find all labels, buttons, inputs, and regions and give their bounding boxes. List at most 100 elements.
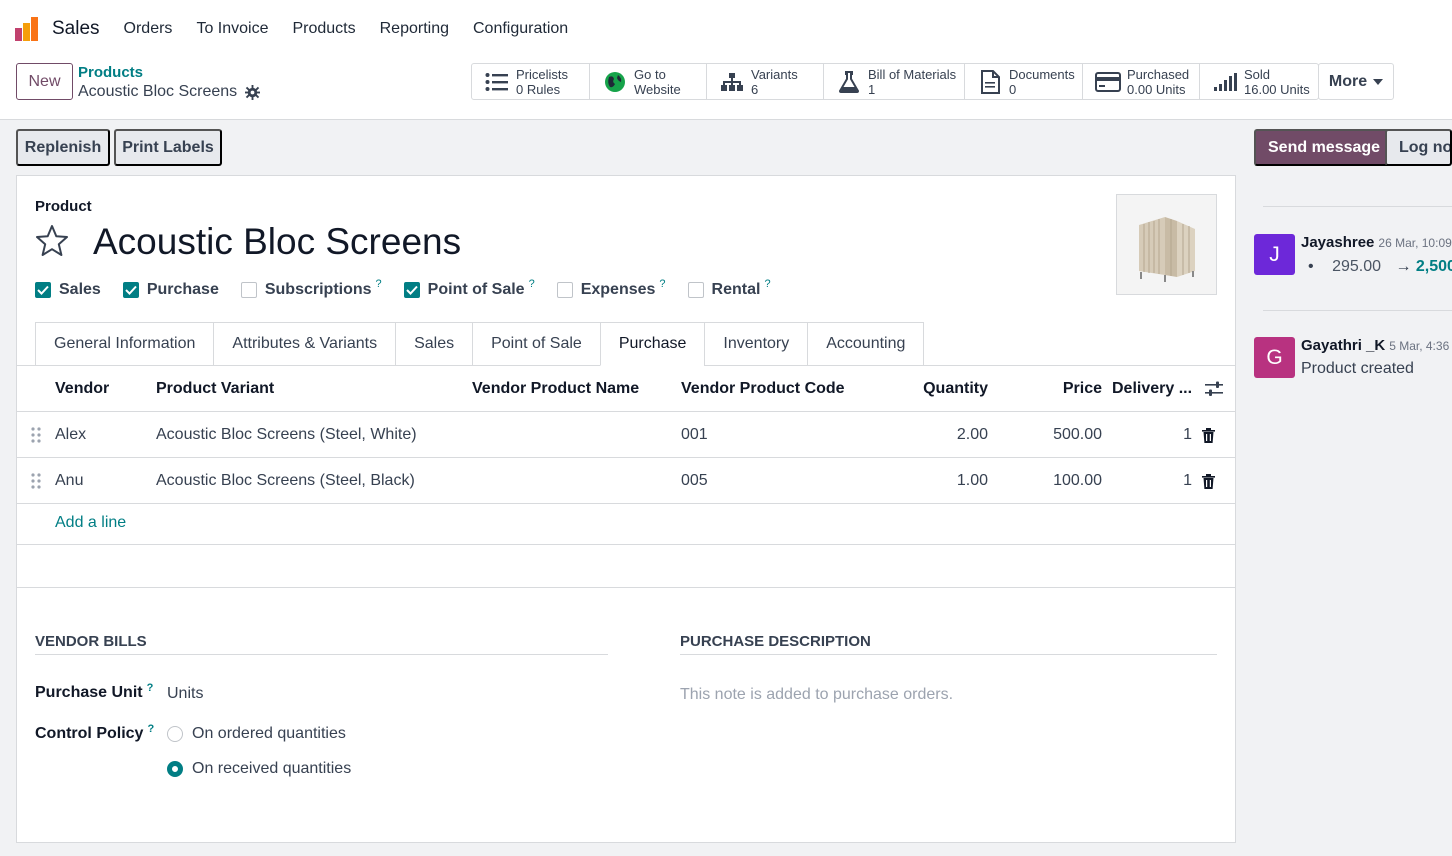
option-point-of-sale[interactable]: Point of Sale ? (403, 278, 535, 299)
purchase-description-title: PURCHASE DESCRIPTION (680, 633, 871, 650)
help-icon[interactable]: ? (147, 723, 154, 735)
tab-accounting[interactable]: Accounting (807, 322, 925, 366)
tab-point-of-sale[interactable]: Point of Sale (472, 322, 600, 366)
radio-ordered-indicator[interactable] (167, 726, 183, 742)
product-image[interactable] (1116, 194, 1217, 295)
help-icon[interactable]: ? (659, 278, 665, 290)
tab-sales[interactable]: Sales (395, 322, 473, 366)
cell-code[interactable]: 005 (681, 458, 708, 504)
bom-count: 1 (868, 81, 876, 97)
tab-attributes-variants[interactable]: Attributes & Variants (213, 322, 396, 366)
trash-icon[interactable] (1202, 458, 1215, 504)
app-name[interactable]: Sales (52, 18, 100, 40)
radio-ordered-quantities[interactable]: On ordered quantities (167, 725, 346, 743)
drag-handle-icon[interactable] (31, 458, 43, 504)
checkbox-subscriptions[interactable] (240, 282, 257, 298)
optional-columns-icon[interactable] (1205, 366, 1223, 412)
column-quantity[interactable]: Quantity (887, 366, 988, 412)
more-button[interactable]: More (1318, 63, 1394, 100)
option-expenses[interactable]: Expenses ? (556, 278, 666, 299)
tab-purchase[interactable]: Purchase (599, 322, 705, 366)
option-rental[interactable]: Rental ? (687, 278, 771, 299)
message-author[interactable]: Gayathri _K5 Mar, 4:36 p (1301, 337, 1452, 354)
help-icon[interactable]: ? (529, 278, 535, 290)
checkbox-purchase[interactable] (122, 282, 139, 298)
print-labels-button[interactable]: Print Labels (114, 129, 222, 166)
table-row[interactable]: Alex Acoustic Bloc Screens (Steel, White… (17, 412, 1235, 458)
sales-app-icon[interactable] (14, 16, 40, 42)
option-purchase[interactable]: Purchase (122, 281, 219, 299)
cell-price[interactable]: 100.00 (1002, 458, 1102, 504)
trash-icon[interactable] (1202, 412, 1215, 458)
star-icon[interactable] (35, 224, 69, 258)
cell-price[interactable]: 500.00 (1002, 412, 1102, 458)
gear-icon[interactable] (245, 84, 261, 100)
cell-variant[interactable]: Acoustic Bloc Screens (Steel, White) (156, 412, 417, 458)
product-name[interactable]: Acoustic Bloc Screens (93, 221, 461, 263)
vendor-bills-title: VENDOR BILLS (35, 633, 147, 650)
avatar[interactable]: J (1254, 234, 1295, 275)
breadcrumb-products[interactable]: Products (78, 64, 143, 81)
checkbox-expenses[interactable] (556, 282, 573, 298)
menu-configuration[interactable]: Configuration (473, 20, 568, 38)
option-purchase-label: Purchase (146, 281, 219, 298)
cell-code[interactable]: 001 (681, 412, 708, 458)
column-price[interactable]: Price (1002, 366, 1102, 412)
chatter-divider (1263, 206, 1452, 207)
documents-button[interactable]: Documents 0 (965, 64, 1083, 99)
go-to-website-button[interactable]: Go to Website (590, 64, 707, 99)
new-button[interactable]: New (16, 63, 73, 100)
menu-reporting[interactable]: Reporting (380, 20, 449, 38)
message-date: 26 Mar, 10:09 a (1378, 236, 1452, 250)
tab-general-information[interactable]: General Information (35, 322, 214, 366)
option-sales[interactable]: Sales (35, 281, 101, 299)
purchased-button[interactable]: Purchased 0.00 Units (1083, 64, 1200, 99)
log-note-button[interactable]: Log not (1385, 129, 1452, 166)
cell-quantity[interactable]: 1.00 (887, 458, 988, 504)
cell-vendor[interactable]: Anu (55, 458, 83, 504)
go-to-label: Go to (634, 66, 666, 82)
help-icon[interactable]: ? (376, 278, 382, 290)
column-vendor-product-name[interactable]: Vendor Product Name (472, 366, 639, 412)
column-product-variant[interactable]: Product Variant (156, 366, 274, 412)
pricelists-button[interactable]: Pricelists 0 Rules (472, 64, 590, 99)
help-icon[interactable]: ? (147, 682, 154, 694)
option-subscriptions[interactable]: Subscriptions ? (240, 278, 382, 299)
bullet: • (1308, 258, 1314, 275)
purchase-description-input[interactable]: This note is added to purchase orders. (680, 686, 953, 704)
menu-to-invoice[interactable]: To Invoice (196, 20, 268, 38)
add-a-line-link[interactable]: Add a line (55, 514, 126, 532)
column-vendor-product-code[interactable]: Vendor Product Code (681, 366, 845, 412)
cell-delivery[interactable]: 1 (1112, 458, 1192, 504)
menu-products[interactable]: Products (292, 20, 355, 38)
bill-of-materials-button[interactable]: Bill of Materials 1 (824, 64, 965, 99)
message-author[interactable]: Jayashree26 Mar, 10:09 a (1301, 234, 1452, 251)
cell-vendor[interactable]: Alex (55, 412, 86, 458)
checkbox-rental[interactable] (687, 282, 704, 298)
cell-quantity[interactable]: 2.00 (887, 412, 988, 458)
drag-handle-icon[interactable] (31, 412, 43, 458)
send-message-button[interactable]: Send message (1254, 129, 1395, 166)
avatar[interactable]: G (1254, 337, 1295, 378)
checkbox-point-of-sale[interactable] (403, 282, 420, 298)
top-navbar: Sales Orders To Invoice Products Reporti… (0, 0, 1452, 57)
radio-received-quantities[interactable]: On received quantities (167, 760, 351, 778)
checkbox-sales[interactable] (35, 282, 51, 298)
arrow-right-icon: → (1395, 258, 1412, 275)
cell-delivery[interactable]: 1 (1112, 412, 1192, 458)
replenish-button[interactable]: Replenish (16, 129, 110, 166)
radio-received-indicator[interactable] (167, 761, 183, 777)
sold-value: 16.00 Units (1244, 81, 1310, 97)
sold-button[interactable]: Sold 16.00 Units (1200, 64, 1318, 99)
variants-button[interactable]: Variants 6 (707, 64, 824, 99)
column-vendor[interactable]: Vendor (55, 366, 109, 412)
variants-count: 6 (751, 81, 759, 97)
table-row[interactable]: Anu Acoustic Bloc Screens (Steel, Black)… (17, 458, 1235, 504)
column-delivery[interactable]: Delivery ... (1112, 366, 1192, 412)
help-icon[interactable]: ? (764, 278, 770, 290)
control-policy-label: Control Policy? (35, 723, 155, 742)
cell-variant[interactable]: Acoustic Bloc Screens (Steel, Black) (156, 458, 415, 504)
tab-inventory[interactable]: Inventory (704, 322, 808, 366)
purchase-unit-field[interactable]: Units (167, 685, 203, 703)
menu-orders[interactable]: Orders (124, 20, 173, 38)
